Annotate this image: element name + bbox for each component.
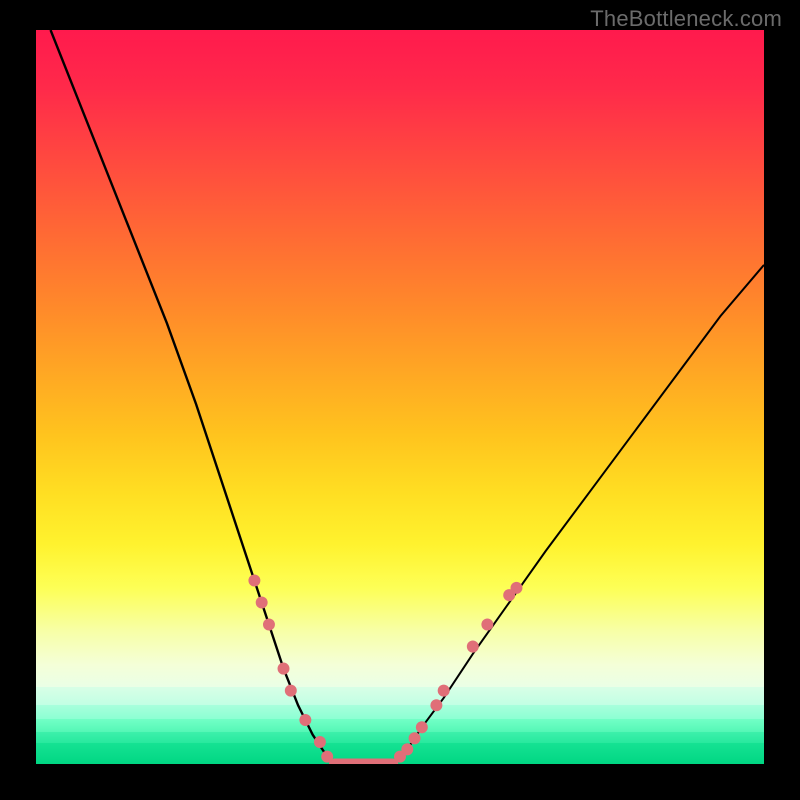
marker-dot (321, 751, 333, 763)
watermark-text: TheBottleneck.com (590, 6, 782, 32)
marker-dot (511, 582, 523, 594)
marker-dot (278, 663, 290, 675)
left-curve (51, 30, 335, 764)
curves-svg (36, 30, 764, 764)
marker-group (248, 574, 522, 762)
marker-dot (409, 732, 421, 744)
plot-area (36, 30, 764, 764)
marker-dot (314, 736, 326, 748)
marker-dot (430, 699, 442, 711)
chart-frame: TheBottleneck.com (0, 0, 800, 800)
marker-dot (256, 597, 268, 609)
marker-dot (285, 685, 297, 697)
marker-dot (438, 685, 450, 697)
marker-dot (467, 641, 479, 653)
marker-dot (401, 743, 413, 755)
marker-dot (416, 721, 428, 733)
marker-dot (299, 714, 311, 726)
marker-dot (248, 574, 260, 586)
marker-dot (481, 619, 493, 631)
marker-dot (263, 619, 275, 631)
